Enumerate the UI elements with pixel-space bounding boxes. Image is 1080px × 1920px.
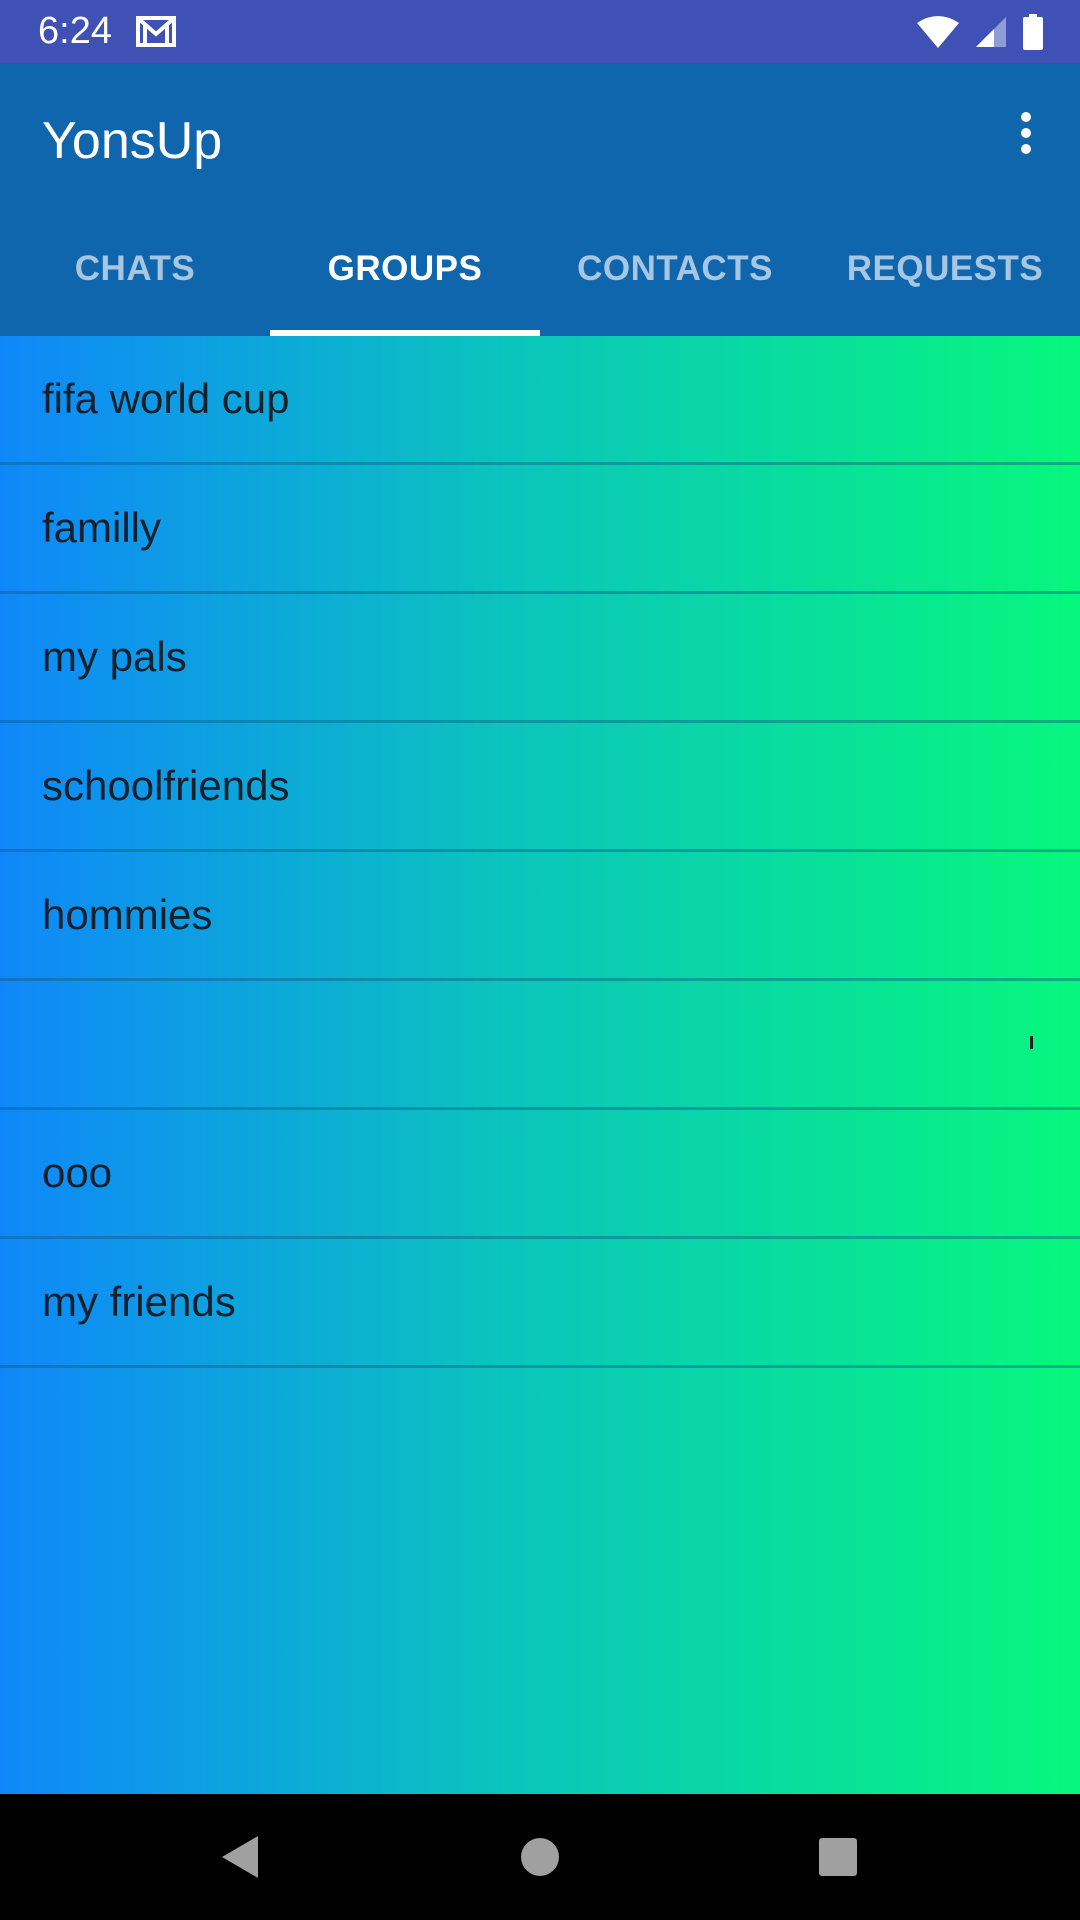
overflow-menu-button[interactable]	[996, 103, 1056, 163]
home-button[interactable]	[510, 1827, 570, 1887]
list-item-group[interactable]: my friends	[0, 1239, 1080, 1368]
gmail-icon	[136, 16, 176, 47]
status-bar: 6:24	[0, 0, 1080, 63]
group-name: familly	[42, 504, 162, 551]
tab-bar: CHATS GROUPS CONTACTS REQUESTS	[0, 201, 1080, 336]
tab-groups[interactable]: GROUPS	[270, 201, 540, 336]
home-icon	[521, 1838, 559, 1876]
group-name: schoolfriends	[42, 762, 290, 809]
list-item-group[interactable]: familly	[0, 465, 1080, 594]
list-item-group[interactable]: my pals	[0, 594, 1080, 723]
status-icons	[916, 12, 1044, 52]
app-bar: YonsUp CHATS GROUPS CONTACTS REQUESTS	[0, 63, 1080, 336]
screen: 6:24 YonsUp CHATS GROUPS CONTACTS REQUES…	[0, 0, 1080, 1920]
wifi-icon	[917, 16, 959, 48]
tab-chats[interactable]: CHATS	[0, 201, 270, 336]
list-item-group[interactable]: fifa world cup	[0, 336, 1080, 465]
back-button[interactable]	[210, 1827, 270, 1887]
small-mark	[1030, 1036, 1033, 1049]
tab-requests[interactable]: REQUESTS	[810, 201, 1080, 336]
tab-contacts[interactable]: CONTACTS	[540, 201, 810, 336]
group-name: ooo	[42, 1149, 113, 1196]
group-list: fifa world cup familly my pals schoolfri…	[0, 336, 1080, 1794]
recents-button[interactable]	[808, 1827, 868, 1887]
status-time: 6:24	[38, 10, 112, 52]
group-name: hommies	[42, 891, 213, 938]
app-title: YonsUp	[42, 112, 223, 170]
group-name: fifa world cup	[42, 375, 290, 422]
cell-signal-icon	[976, 17, 1006, 47]
list-item-group[interactable]: ooo	[0, 1110, 1080, 1239]
list-item-group[interactable]	[0, 981, 1080, 1110]
battery-icon	[1023, 14, 1043, 50]
group-name: my friends	[42, 1278, 236, 1325]
system-nav-bar	[0, 1794, 1080, 1920]
list-item-group[interactable]: schoolfriends	[0, 723, 1080, 852]
back-icon	[222, 1836, 258, 1878]
recents-icon	[819, 1838, 857, 1876]
group-name: my pals	[42, 633, 187, 680]
list-item-group[interactable]: hommies	[0, 852, 1080, 981]
more-vert-icon	[1021, 112, 1031, 154]
